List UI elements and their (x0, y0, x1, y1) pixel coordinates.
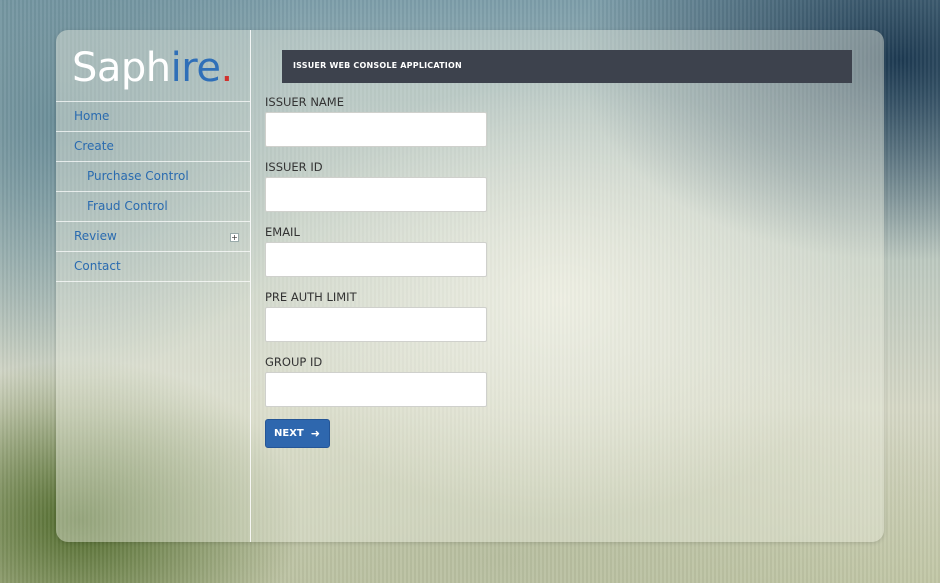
nav-item-fraud-control[interactable]: Fraud Control (56, 192, 250, 222)
email-label: EMAIL (265, 225, 300, 239)
next-button[interactable]: NEXT ➜ (265, 419, 330, 448)
arrow-right-icon: ➜ (310, 427, 320, 440)
email-field: EMAIL (265, 224, 487, 277)
page-title: ISSUER WEB CONSOLE APPLICATION (293, 61, 462, 70)
logo-dot: . (220, 45, 233, 91)
pre-auth-limit-input[interactable] (265, 307, 487, 342)
nav-item-purchase-control[interactable]: Purchase Control (56, 162, 250, 192)
issuer-id-field: ISSUER ID (265, 159, 487, 212)
issuer-name-input[interactable] (265, 112, 487, 147)
group-id-field: GROUP ID (265, 354, 487, 407)
next-button-label: NEXT (274, 428, 304, 439)
pre-auth-limit-label: PRE AUTH LIMIT (265, 290, 357, 304)
nav-item-create[interactable]: Create (56, 132, 250, 162)
nav-item-contact[interactable]: Contact (56, 252, 250, 282)
main-panel: Saphire. Home Create Purchase Control Fr… (56, 30, 884, 542)
logo-text-saph: Saph (72, 45, 171, 91)
saphire-logo[interactable]: Saphire. (72, 44, 233, 96)
expand-plus-icon[interactable]: + (230, 233, 239, 242)
email-input[interactable] (265, 242, 487, 277)
group-id-input[interactable] (265, 372, 487, 407)
page-header-bar: ISSUER WEB CONSOLE APPLICATION (282, 50, 852, 83)
nav-item-review[interactable]: Review + (56, 222, 250, 252)
issuer-form: ISSUER NAME ISSUER ID EMAIL PRE AUTH LIM… (265, 94, 487, 419)
issuer-id-input[interactable] (265, 177, 487, 212)
issuer-name-label: ISSUER NAME (265, 95, 344, 109)
issuer-name-field: ISSUER NAME (265, 94, 487, 147)
nav-item-home[interactable]: Home (56, 102, 250, 132)
issuer-id-label: ISSUER ID (265, 160, 323, 174)
group-id-label: GROUP ID (265, 355, 323, 369)
sidebar-nav: Home Create Purchase Control Fraud Contr… (56, 101, 250, 282)
logo-text-ire: ire (170, 45, 221, 91)
sidebar: Saphire. Home Create Purchase Control Fr… (56, 30, 251, 542)
nav-item-review-label: Review (74, 229, 117, 243)
pre-auth-limit-field: PRE AUTH LIMIT (265, 289, 487, 342)
